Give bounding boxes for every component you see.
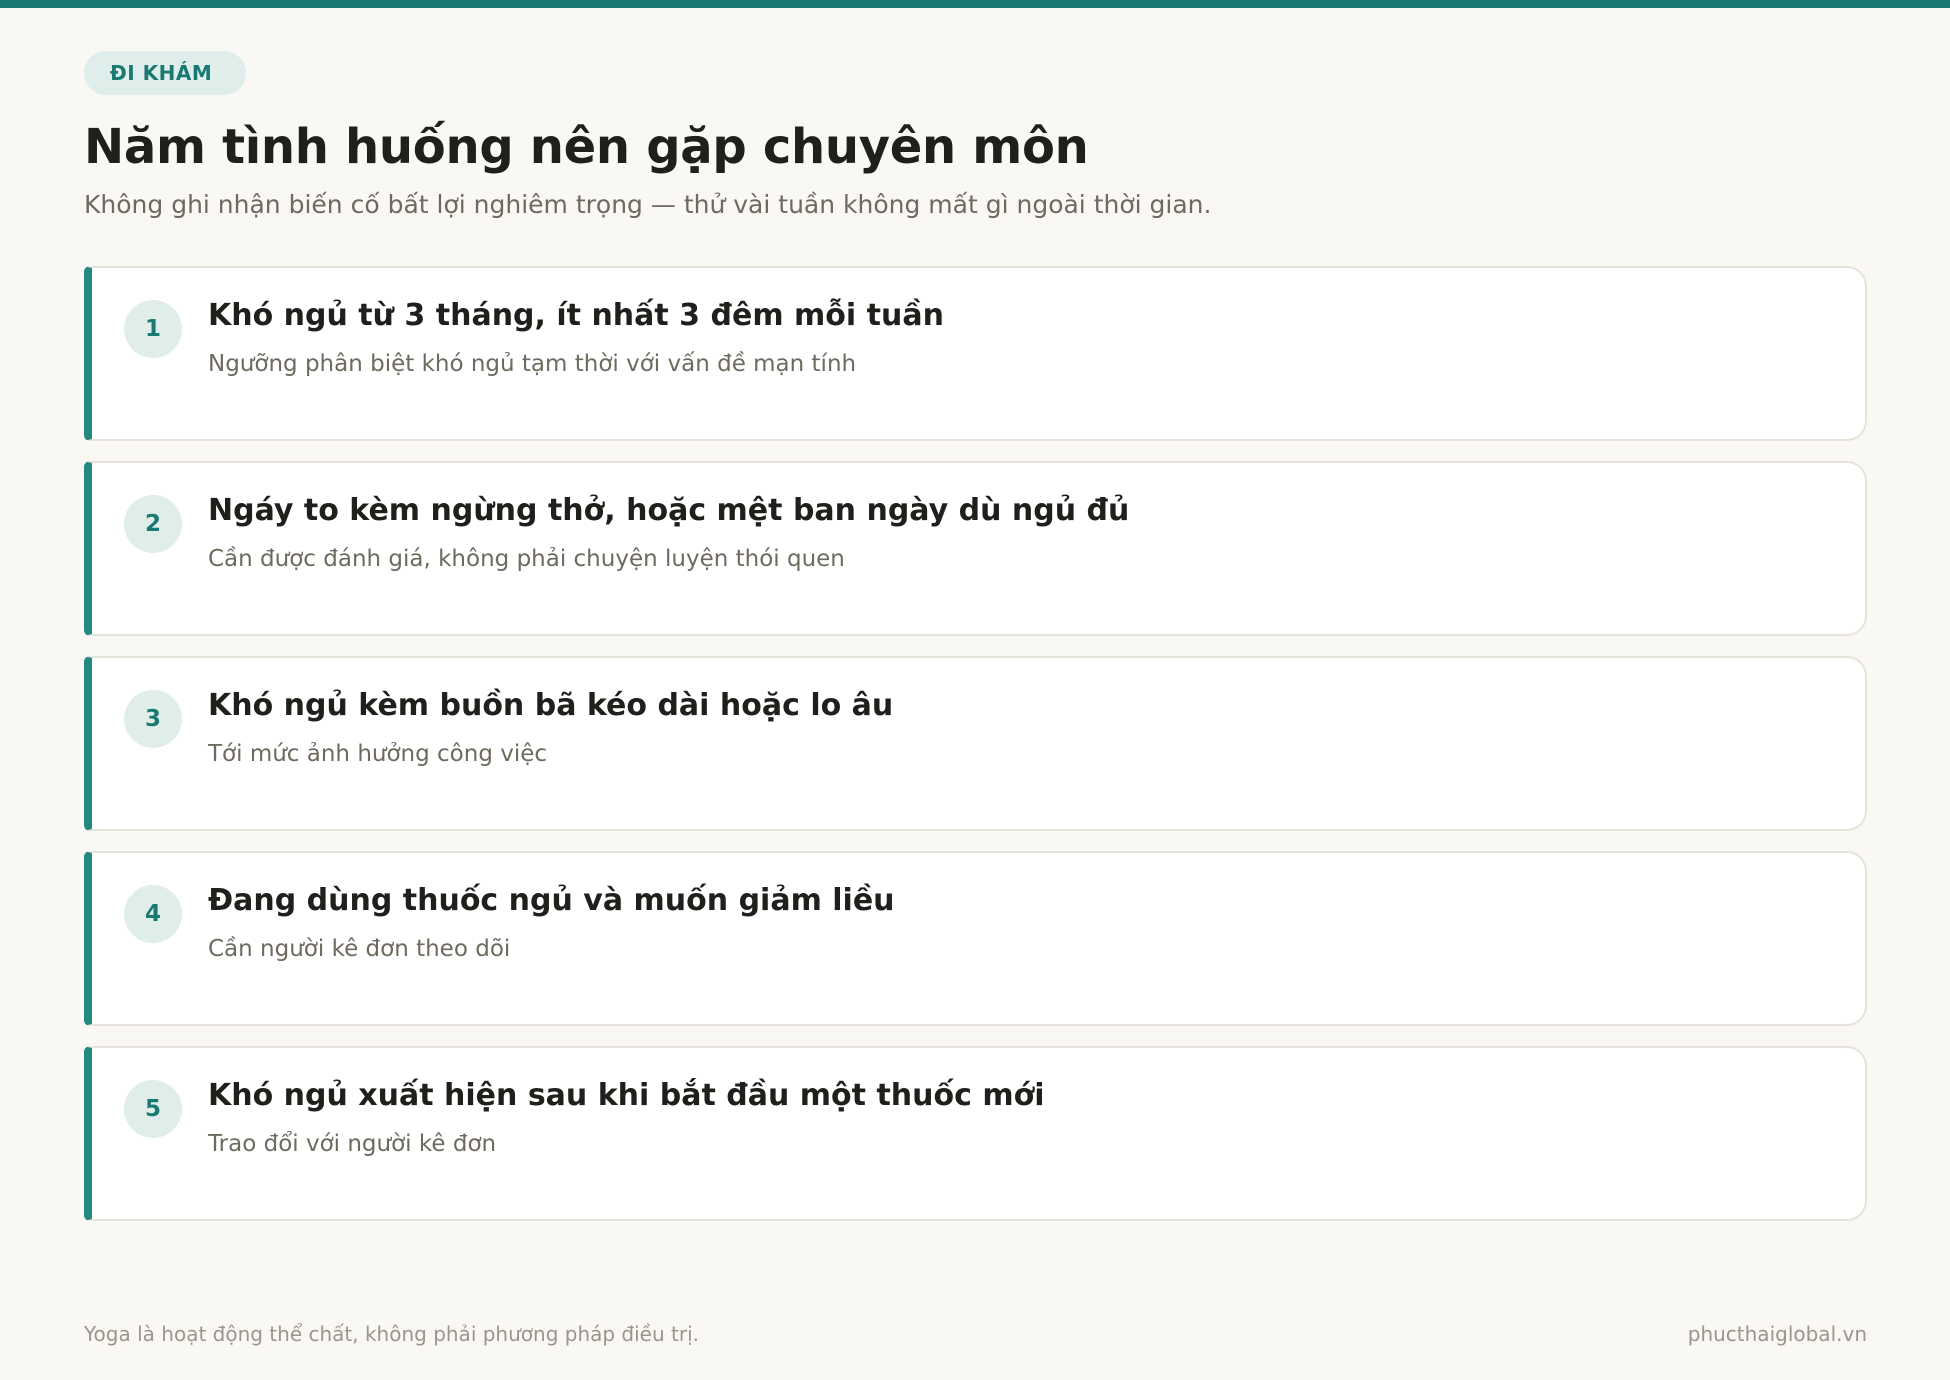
situation-card: 2 Ngáy to kèm ngừng thở, hoặc mệt ban ng… bbox=[84, 461, 1867, 636]
number-badge: 1 bbox=[124, 300, 182, 358]
number-badge: 4 bbox=[124, 885, 182, 943]
situation-card: 3 Khó ngủ kèm buồn bã kéo dài hoặc lo âu… bbox=[84, 656, 1867, 831]
footer-disclaimer: Yoga là hoạt động thể chất, không phải p… bbox=[84, 1322, 699, 1346]
situation-title: Khó ngủ kèm buồn bã kéo dài hoặc lo âu bbox=[208, 688, 894, 723]
situation-card: 4 Đang dùng thuốc ngủ và muốn giảm liều … bbox=[84, 851, 1867, 1026]
situation-description: Ngưỡng phân biệt khó ngủ tạm thời với vấ… bbox=[208, 351, 857, 377]
number-badge: 5 bbox=[124, 1080, 182, 1138]
situation-description: Cần được đánh giá, không phải chuyện luy… bbox=[208, 546, 845, 572]
main-content: ĐI KHÁM Năm tình huống nên gặp chuyên mô… bbox=[84, 51, 1867, 1241]
number-badge: 2 bbox=[124, 495, 182, 553]
situation-card: 1 Khó ngủ từ 3 tháng, ít nhất 3 đêm mỗi … bbox=[84, 266, 1867, 441]
situation-description: Cần người kê đơn theo dõi bbox=[208, 936, 511, 962]
situation-title: Đang dùng thuốc ngủ và muốn giảm liều bbox=[208, 883, 895, 918]
page-title: Năm tình huống nên gặp chuyên môn bbox=[84, 119, 1089, 175]
situation-description: Tới mức ảnh hưởng công việc bbox=[208, 741, 548, 767]
top-accent-bar bbox=[0, 0, 1950, 8]
situation-description: Trao đổi với người kê đơn bbox=[208, 1131, 497, 1157]
situation-title: Khó ngủ xuất hiện sau khi bắt đầu một th… bbox=[208, 1078, 1045, 1113]
situation-title: Khó ngủ từ 3 tháng, ít nhất 3 đêm mỗi tu… bbox=[208, 298, 944, 333]
footer-site-name: phucthaiglobal.vn bbox=[1687, 1322, 1867, 1346]
situation-card: 5 Khó ngủ xuất hiện sau khi bắt đầu một … bbox=[84, 1046, 1867, 1221]
page-subtitle: Không ghi nhận biến cố bất lợi nghiêm tr… bbox=[84, 190, 1212, 219]
situation-list: 1 Khó ngủ từ 3 tháng, ít nhất 3 đêm mỗi … bbox=[84, 266, 1867, 1221]
category-tag: ĐI KHÁM bbox=[84, 51, 247, 95]
situation-title: Ngáy to kèm ngừng thở, hoặc mệt ban ngày… bbox=[208, 493, 1130, 528]
number-badge: 3 bbox=[124, 690, 182, 748]
